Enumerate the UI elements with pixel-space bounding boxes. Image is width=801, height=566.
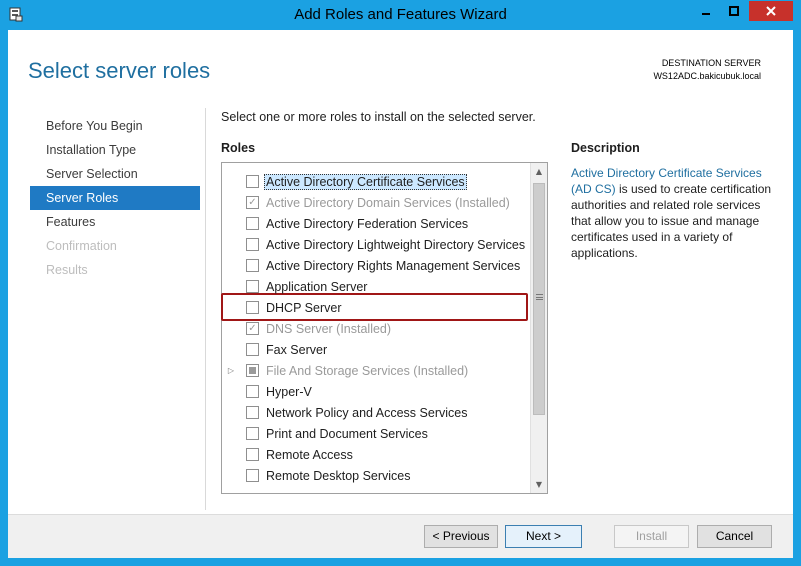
nav-item-features[interactable]: Features	[30, 210, 200, 234]
role-checkbox[interactable]	[246, 427, 259, 440]
role-label: DHCP Server	[266, 300, 342, 315]
role-checkbox[interactable]	[246, 217, 259, 230]
role-checkbox-checked: ✓	[246, 196, 259, 209]
next-button[interactable]: Next >	[505, 525, 582, 548]
role-checkbox[interactable]	[246, 280, 259, 293]
wizard-content: Select server roles DESTINATION SERVER W…	[8, 30, 793, 558]
maximize-button[interactable]	[721, 1, 747, 21]
role-label: Active Directory Lightweight Directory S…	[266, 237, 526, 252]
role-checkbox[interactable]	[246, 406, 259, 419]
role-checkbox[interactable]	[246, 343, 259, 356]
role-checkbox-checked: ✓	[246, 322, 259, 335]
nav-item-results: Results	[46, 263, 88, 277]
scroll-down-arrow-icon[interactable]: ▼	[531, 476, 547, 493]
role-item: ✓ Active Directory Domain Services (Inst…	[222, 192, 547, 213]
role-label: Application Server	[266, 279, 368, 294]
close-button[interactable]	[749, 1, 793, 21]
role-item: ✓ DNS Server (Installed)	[222, 318, 547, 339]
nav-item-confirmation: Confirmation	[46, 239, 117, 253]
description-heading: Description	[571, 141, 640, 155]
role-checkbox[interactable]	[246, 448, 259, 461]
minimize-button[interactable]	[693, 1, 719, 21]
role-label: Remote Desktop Services	[266, 468, 411, 483]
instruction-text: Select one or more roles to install on t…	[221, 110, 536, 124]
role-label: Active Directory Domain Services (Instal…	[266, 195, 510, 210]
role-item[interactable]: Remote Access	[222, 444, 547, 465]
role-label: DNS Server (Installed)	[266, 321, 392, 336]
nav-item-server-selection[interactable]: Server Selection	[30, 162, 200, 186]
nav-item-installation-type[interactable]: Installation Type	[30, 138, 200, 162]
role-item[interactable]: Hyper-V	[222, 381, 547, 402]
role-checkbox[interactable]	[246, 175, 259, 188]
role-label: Network Policy and Access Services	[266, 405, 468, 420]
nav-item-before-you-begin[interactable]: Before You Begin	[30, 114, 200, 138]
roles-list[interactable]: Active Directory Certificate Services ✓ …	[221, 162, 548, 494]
cancel-button[interactable]: Cancel	[697, 525, 772, 548]
role-checkbox[interactable]	[246, 259, 259, 272]
role-checkbox[interactable]	[246, 238, 259, 251]
destination-server-name: WS12ADC.bakicubuk.local	[653, 71, 761, 81]
nav-divider	[205, 108, 206, 510]
role-label: Remote Access	[266, 447, 353, 462]
destination-server: DESTINATION SERVER WS12ADC.bakicubuk.loc…	[653, 57, 761, 83]
role-label: Active Directory Certificate Services	[264, 173, 467, 190]
wizard-window: Add Roles and Features Wizard Select ser…	[0, 0, 801, 566]
description-text: Active Directory Certificate Services (A…	[571, 165, 776, 261]
role-label: Print and Document Services	[266, 426, 428, 441]
wizard-footer: < Previous Next > Install Cancel	[8, 514, 793, 558]
role-item[interactable]: Remote Desktop Services	[222, 465, 547, 486]
role-label: Active Directory Federation Services	[266, 216, 469, 231]
scrollbar-thumb[interactable]	[533, 183, 545, 415]
role-item[interactable]: Active Directory Rights Management Servi…	[222, 255, 547, 276]
role-label: Active Directory Rights Management Servi…	[266, 258, 521, 273]
role-label: File And Storage Services (Installed)	[266, 363, 469, 378]
role-checkbox[interactable]	[246, 301, 259, 314]
role-item[interactable]: Active Directory Lightweight Directory S…	[222, 234, 547, 255]
minimize-icon	[702, 13, 710, 15]
role-checkbox-partial	[246, 364, 259, 377]
role-item[interactable]: Network Policy and Access Services	[222, 402, 547, 423]
previous-button[interactable]: < Previous	[424, 525, 498, 548]
roles-scrollbar[interactable]: ▲ ▼	[530, 163, 547, 493]
window-title: Add Roles and Features Wizard	[294, 6, 507, 23]
expand-arrow-icon[interactable]: ▷	[224, 366, 238, 375]
destination-label: DESTINATION SERVER	[661, 58, 761, 68]
maximize-icon	[729, 6, 739, 16]
role-checkbox[interactable]	[246, 469, 259, 482]
page-title: Select server roles	[28, 58, 211, 83]
role-item[interactable]: Fax Server	[222, 339, 547, 360]
title-bar[interactable]: Add Roles and Features Wizard	[0, 0, 801, 30]
role-item[interactable]: Active Directory Federation Services	[222, 213, 547, 234]
wizard-nav: Before You Begin Installation Type Serve…	[30, 114, 200, 282]
roles-heading: Roles	[221, 141, 256, 155]
role-item[interactable]: Active Directory Certificate Services	[222, 171, 547, 192]
scroll-up-arrow-icon[interactable]: ▲	[531, 163, 547, 180]
role-label: Hyper-V	[266, 384, 312, 399]
close-icon	[766, 6, 776, 16]
nav-item-server-roles[interactable]: Server Roles	[30, 186, 200, 210]
role-checkbox[interactable]	[246, 385, 259, 398]
role-item: ▷ File And Storage Services (Installed)	[222, 360, 547, 381]
role-label: Fax Server	[266, 342, 328, 357]
install-button: Install	[614, 525, 689, 548]
role-item[interactable]: Print and Document Services	[222, 423, 547, 444]
scroll-grip-icon	[536, 294, 543, 300]
